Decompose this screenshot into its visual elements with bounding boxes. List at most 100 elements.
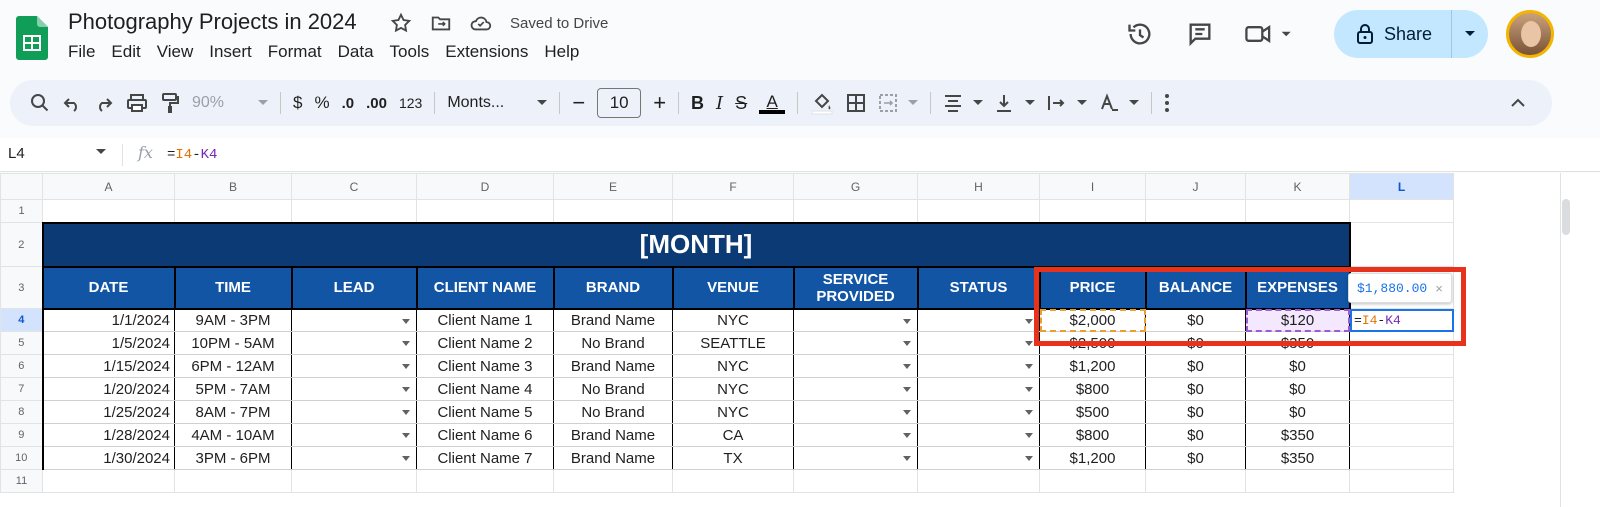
cell[interactable] xyxy=(1349,199,1454,223)
column-header-c[interactable]: C xyxy=(291,173,417,200)
move-folder-icon[interactable] xyxy=(428,10,454,36)
cell[interactable] xyxy=(1039,199,1146,223)
row-header[interactable]: 5 xyxy=(0,331,43,355)
sheets-logo-icon[interactable] xyxy=(16,16,48,60)
meet-video-icon[interactable] xyxy=(1240,14,1296,54)
collapse-toolbar-icon[interactable] xyxy=(1510,87,1526,119)
cell-status-dropdown[interactable] xyxy=(917,446,1040,470)
cell-date[interactable]: 1/28/2024 xyxy=(41,423,175,447)
cell[interactable] xyxy=(793,199,918,223)
number-format-button[interactable]: 123 xyxy=(399,87,422,119)
cell-expenses[interactable]: $0 xyxy=(1245,400,1350,424)
cell-venue[interactable]: CA xyxy=(672,423,794,447)
cell[interactable] xyxy=(1349,469,1454,493)
cell[interactable] xyxy=(42,469,175,493)
row-header[interactable]: 2 xyxy=(0,222,43,267)
cell-lead-dropdown[interactable] xyxy=(291,400,417,424)
star-icon[interactable] xyxy=(388,10,414,36)
cell[interactable] xyxy=(1039,469,1146,493)
cell[interactable] xyxy=(672,199,794,223)
cell[interactable] xyxy=(1145,199,1246,223)
cell-expenses[interactable]: $350 xyxy=(1245,446,1350,470)
cell[interactable] xyxy=(174,199,292,223)
header-time[interactable]: TIME xyxy=(173,265,293,310)
cell-service-dropdown[interactable] xyxy=(793,423,918,447)
strikethrough-button[interactable]: S xyxy=(735,87,747,119)
cell-venue[interactable]: TX xyxy=(672,446,794,470)
bold-button[interactable]: B xyxy=(691,87,704,119)
cell[interactable] xyxy=(1349,377,1454,401)
row-header[interactable]: 3 xyxy=(0,266,43,309)
decrease-decimal-button[interactable]: .0 xyxy=(342,87,355,119)
chevron-down-icon[interactable] xyxy=(96,149,106,155)
share-dropdown[interactable] xyxy=(1452,10,1488,58)
font-size-input[interactable]: 10 xyxy=(597,88,642,118)
cell-lead-dropdown[interactable] xyxy=(291,354,417,378)
row-header[interactable]: 9 xyxy=(0,423,43,447)
cell-time[interactable]: 10PM - 5AM xyxy=(174,331,292,355)
font-family-select[interactable]: Monts... xyxy=(447,87,548,119)
cell[interactable] xyxy=(553,199,673,223)
cell[interactable] xyxy=(917,469,1040,493)
cell[interactable] xyxy=(1349,446,1454,470)
cell-expenses[interactable]: $350 xyxy=(1245,423,1350,447)
cell[interactable] xyxy=(1145,469,1246,493)
cell-price[interactable]: $1,200 xyxy=(1039,446,1146,470)
cell-venue[interactable]: NYC xyxy=(672,354,794,378)
column-header-d[interactable]: D xyxy=(416,173,554,200)
cell[interactable] xyxy=(291,469,417,493)
header-venue[interactable]: VENUE xyxy=(671,265,795,310)
cell-price[interactable]: $1,200 xyxy=(1039,354,1146,378)
month-title[interactable]: [MONTH] xyxy=(41,221,1351,268)
cell-venue[interactable]: NYC xyxy=(672,400,794,424)
cell-lead-dropdown[interactable] xyxy=(291,446,417,470)
header-service-provided[interactable]: SERVICE PROVIDED xyxy=(792,265,919,310)
cell-time[interactable]: 6PM - 12AM xyxy=(174,354,292,378)
menu-view[interactable]: View xyxy=(157,42,202,62)
cell-price[interactable]: $800 xyxy=(1039,423,1146,447)
cell-venue[interactable]: NYC xyxy=(672,377,794,401)
cell-brand[interactable]: No Brand xyxy=(553,331,673,355)
share-button[interactable]: Share xyxy=(1334,10,1452,58)
cell-service-dropdown[interactable] xyxy=(793,331,918,355)
italic-button[interactable]: I xyxy=(716,87,723,119)
column-header-i[interactable]: I xyxy=(1039,173,1146,200)
search-menus-icon[interactable] xyxy=(30,87,50,119)
header-client-name[interactable]: CLIENT NAME xyxy=(415,265,555,310)
cell[interactable] xyxy=(291,199,417,223)
header-status[interactable]: STATUS xyxy=(916,265,1041,310)
cell-status-dropdown[interactable] xyxy=(917,331,1040,355)
row-header[interactable]: 1 xyxy=(0,199,43,223)
cloud-saved-icon[interactable] xyxy=(468,10,494,36)
cell-price[interactable]: $500 xyxy=(1039,400,1146,424)
cell-balance[interactable]: $0 xyxy=(1145,400,1246,424)
cell-client[interactable]: Client Name 5 xyxy=(416,400,554,424)
header-lead[interactable]: LEAD xyxy=(290,265,418,310)
menu-help[interactable]: Help xyxy=(544,42,587,62)
font-size-decrease-button[interactable]: − xyxy=(572,87,585,119)
column-header-h[interactable]: H xyxy=(917,173,1040,200)
zoom-select[interactable]: 90% xyxy=(192,87,268,119)
cell[interactable] xyxy=(793,469,918,493)
cell-status-dropdown[interactable] xyxy=(917,308,1040,332)
cell-service-dropdown[interactable] xyxy=(793,377,918,401)
vertical-align-icon[interactable] xyxy=(995,87,1036,119)
close-icon[interactable]: × xyxy=(1435,281,1443,296)
cell-client[interactable]: Client Name 4 xyxy=(416,377,554,401)
header-date[interactable]: DATE xyxy=(41,265,176,310)
cell-brand[interactable]: Brand Name xyxy=(553,354,673,378)
row-header[interactable]: 4 xyxy=(0,308,43,332)
cell-lead-dropdown[interactable] xyxy=(291,377,417,401)
cell-lead-dropdown[interactable] xyxy=(291,308,417,332)
cell[interactable] xyxy=(416,199,554,223)
increase-decimal-button[interactable]: .00 xyxy=(366,87,387,119)
text-rotation-icon[interactable] xyxy=(1099,87,1140,119)
menu-edit[interactable]: Edit xyxy=(111,42,148,62)
formula-input[interactable]: =I4-K4 xyxy=(167,147,217,163)
cell-brand[interactable]: Brand Name xyxy=(553,446,673,470)
cell-client[interactable]: Client Name 6 xyxy=(416,423,554,447)
cell-time[interactable]: 8AM - 7PM xyxy=(174,400,292,424)
column-header-e[interactable]: E xyxy=(553,173,673,200)
header-brand[interactable]: BRAND xyxy=(552,265,674,310)
cell-brand[interactable]: No Brand xyxy=(553,400,673,424)
